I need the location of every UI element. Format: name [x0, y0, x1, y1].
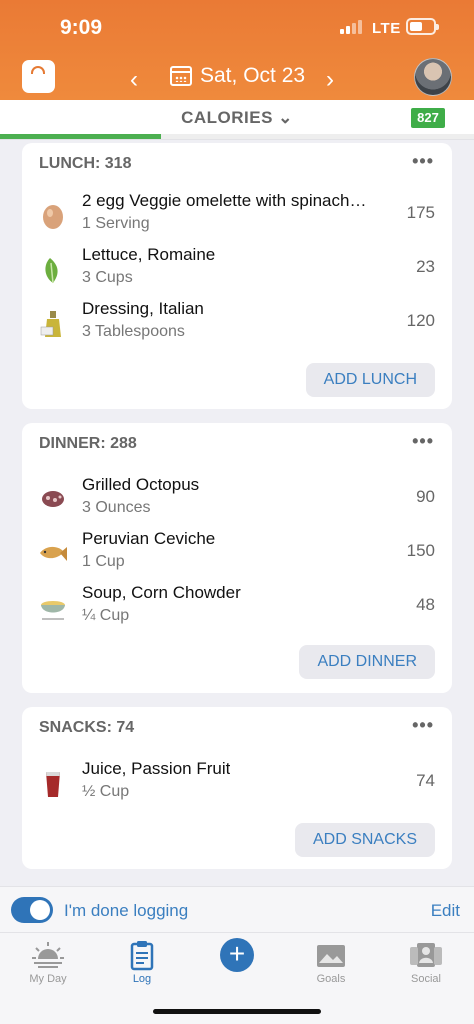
- list-item[interactable]: Grilled Octopus 3 Ounces 90: [22, 473, 452, 527]
- juice-glass-icon: [46, 772, 60, 797]
- home-indicator: [153, 1009, 321, 1014]
- list-item[interactable]: Lettuce, Romaine 3 Cups 23: [22, 243, 452, 297]
- calendar-icon: [170, 66, 192, 86]
- network-label: LTE: [372, 20, 401, 37]
- food-calories: 150: [406, 541, 435, 560]
- more-options-icon[interactable]: •••: [412, 431, 434, 452]
- edit-button[interactable]: Edit: [431, 901, 460, 921]
- calories-summary-bar[interactable]: CALORIES ⌄ 827: [0, 100, 474, 140]
- food-serving: 3 Cups: [82, 269, 133, 286]
- food-calories: 120: [406, 311, 435, 330]
- battery-icon: [406, 18, 439, 35]
- app-header: 9:09 LTE ‹ Sat, Oct 23 ›: [0, 0, 474, 100]
- done-logging-toggle[interactable]: [11, 897, 53, 923]
- food-serving: ½ Cup: [82, 783, 130, 800]
- chevron-right-icon[interactable]: ›: [326, 66, 334, 94]
- calories-remaining-badge: 827: [411, 108, 445, 128]
- meal-card-dinner: DINNER: 288 ••• Grilled Octopus 3 Ounces…: [22, 423, 452, 693]
- clipboard-icon: [130, 941, 154, 971]
- tab-label: Social: [411, 973, 441, 985]
- date-selector[interactable]: Sat, Oct 23: [170, 64, 305, 88]
- tab-my-day[interactable]: My Day: [13, 939, 83, 985]
- calories-progress-fill: [0, 134, 162, 139]
- food-serving: 1 Serving: [82, 215, 150, 232]
- done-logging-row: I'm done logging Edit: [0, 886, 474, 932]
- food-serving: ¼ Cup: [82, 607, 130, 624]
- tab-log[interactable]: Log: [107, 939, 177, 985]
- add-lunch-button[interactable]: ADD LUNCH: [305, 363, 435, 397]
- more-options-icon[interactable]: •••: [412, 715, 434, 736]
- food-calories: 74: [416, 771, 435, 790]
- food-name: Soup, Corn Chowder: [82, 583, 241, 602]
- tab-social[interactable]: Social: [391, 939, 461, 985]
- list-item[interactable]: Soup, Corn Chowder ¼ Cup 48: [22, 581, 452, 635]
- list-item[interactable]: Juice, Passion Fruit ½ Cup 74: [22, 757, 452, 811]
- date-navigation: ‹ Sat, Oct 23 ›: [0, 56, 474, 96]
- calories-dropdown[interactable]: CALORIES ⌄: [0, 108, 474, 128]
- chevron-down-icon: ⌄: [278, 108, 293, 127]
- lettuce-icon: [45, 258, 58, 284]
- food-name: 2 egg Veggie omelette with spinach…: [82, 191, 367, 210]
- scale-icon: [31, 66, 45, 74]
- food-calories: 48: [416, 595, 435, 614]
- food-serving: 3 Ounces: [82, 499, 151, 516]
- chevron-left-icon[interactable]: ‹: [130, 66, 138, 94]
- meal-title: SNACKS: 74: [39, 719, 135, 736]
- meal-card-snacks: SNACKS: 74 ••• Juice, Passion Fruit ½ Cu…: [22, 707, 452, 869]
- tab-label: Goals: [316, 973, 346, 985]
- food-name: Grilled Octopus: [82, 475, 200, 494]
- food-name: Dressing, Italian: [82, 299, 204, 318]
- octopus-icon: [42, 491, 64, 507]
- oil-bottle-icon: [40, 311, 61, 337]
- food-calories: 90: [416, 487, 435, 506]
- status-bar: 9:09 LTE: [0, 14, 474, 42]
- list-item[interactable]: Dressing, Italian 3 Tablespoons 120: [22, 297, 452, 351]
- list-item[interactable]: 2 egg Veggie omelette with spinach… 1 Se…: [22, 189, 452, 243]
- food-calories: 175: [406, 203, 435, 222]
- calories-progress-track: [0, 134, 474, 139]
- tab-goals[interactable]: Goals: [296, 939, 366, 985]
- goals-icon: [317, 945, 345, 967]
- food-name: Peruvian Ceviche: [82, 529, 216, 548]
- weight-scale-button[interactable]: [22, 60, 55, 93]
- current-date: Sat, Oct 23: [200, 64, 306, 87]
- add-dinner-button[interactable]: ADD DINNER: [299, 645, 435, 679]
- list-item[interactable]: Peruvian Ceviche 1 Cup 150: [22, 527, 452, 581]
- status-time: 9:09: [60, 16, 103, 39]
- done-logging-label: I'm done logging: [64, 901, 189, 920]
- fish-icon: [40, 546, 67, 561]
- egg-icon: [43, 205, 63, 229]
- tab-label: My Day: [29, 973, 67, 985]
- tab-label: Log: [132, 973, 152, 985]
- food-name: Lettuce, Romaine: [82, 245, 216, 264]
- food-serving: 3 Tablespoons: [82, 323, 185, 340]
- food-name: Juice, Passion Fruit: [82, 759, 231, 778]
- sunrise-icon: [32, 942, 64, 968]
- more-options-icon[interactable]: •••: [412, 151, 434, 172]
- social-icon: [410, 943, 442, 967]
- add-snacks-button[interactable]: ADD SNACKS: [294, 823, 435, 857]
- soup-bowl-icon: [41, 601, 65, 620]
- avatar[interactable]: [414, 58, 452, 96]
- meal-title: DINNER: 288: [39, 435, 137, 452]
- meal-card-lunch: LUNCH: 318 ••• 2 egg Veggie omelette wit…: [22, 143, 452, 409]
- plus-icon[interactable]: +: [220, 938, 254, 972]
- meal-title: LUNCH: 318: [39, 155, 132, 172]
- food-serving: 1 Cup: [82, 553, 125, 570]
- food-calories: 23: [416, 257, 435, 276]
